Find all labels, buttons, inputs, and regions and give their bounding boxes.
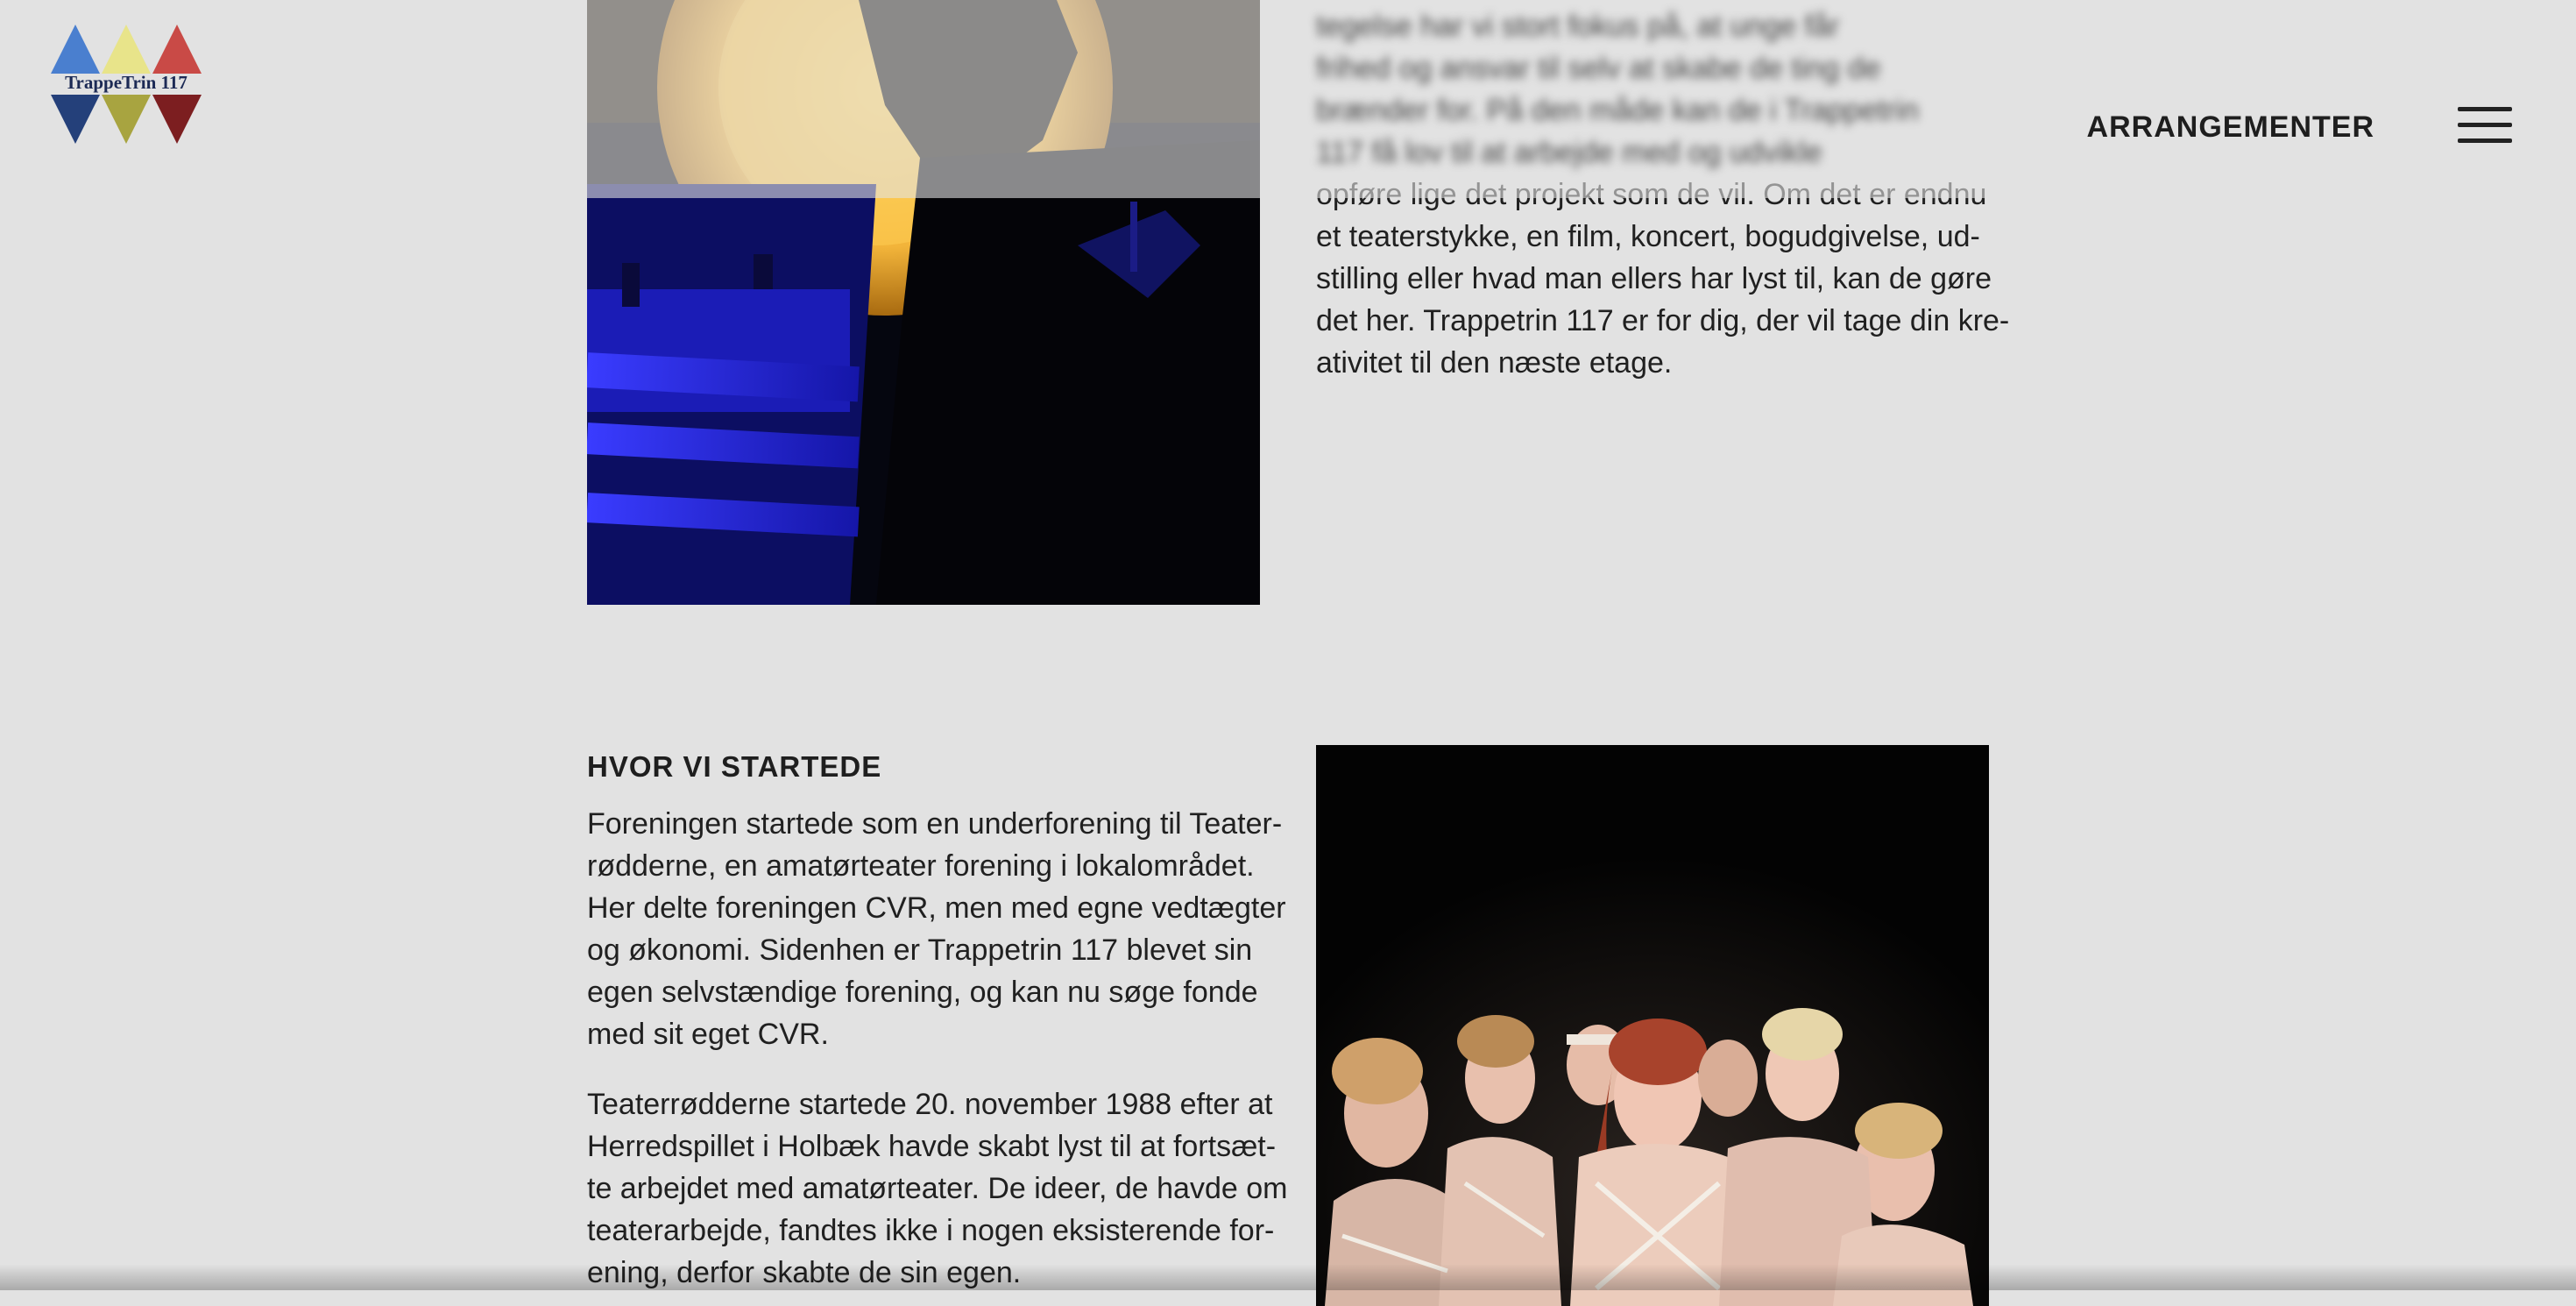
menu-bar-middle [2458,123,2512,127]
logo-graphic: TrappeTrin 117 [51,25,202,144]
paragraph-line: og økonomi. Sidenhen er Trappetrin 117 b… [587,933,1253,967]
intro-hidden-line: frihed og ansvar til selv at skabe de ti… [1316,52,1881,85]
intro-hidden-line: tegelse har vi stort fokus på, at unge f… [1316,10,1840,43]
intro-line: det her. Trappetrin 117 er for dig, der … [1316,304,2010,337]
paragraph-line: Her delte foreningen CVR, men med egne v… [587,891,1286,925]
hamburger-menu-icon[interactable] [2458,107,2512,144]
intro-hidden-line: brænder for. På den måde kan de i Trappe… [1316,94,1919,127]
nav-arrangementer-link[interactable]: ARRANGEMENTER [2087,110,2374,145]
intro-paragraph-hidden: tegelse har vi stort fokus på, at unge f… [1316,5,1919,174]
menu-bar-bottom [2458,138,2512,143]
paragraph-line: med sit eget CVR. [587,1018,829,1051]
site-header: TrappeTrin 117 ARRANGEMENTER [0,0,2576,198]
paragraph-line: teaterarbejde, fandtes ikke i nogen eksi… [587,1214,1275,1247]
logo-text: TrappeTrin 117 [65,72,188,93]
section-heading: HVOR VI STARTEDE [587,750,882,783]
intro-paragraph: opføre lige det projekt som de vil. Om d… [1316,174,2009,384]
trappetrin-logo[interactable]: TrappeTrin 117 [51,25,202,144]
menu-bar-top [2458,107,2512,111]
performers-photo-graphic [1316,745,1989,1306]
intro-line: ativitet til den næste etage. [1316,346,1673,380]
performers-photo [1316,745,1989,1306]
intro-line: et teaterstykke, en film, koncert, bogud… [1316,220,1980,253]
intro-hidden-line: 117 få lov til at arbejde med og udvikle [1316,136,1822,169]
section-paragraph-2: Teaterrødderne startede 20. november 198… [587,1083,1287,1294]
intro-line: stilling eller hvad man ellers har lyst … [1316,262,1992,295]
paragraph-line: Foreningen startede som en underforening… [587,807,1283,841]
window-bottom-shadow [0,1264,2576,1290]
paragraph-line: Herredspillet i Holbæk havde skabt lyst … [587,1130,1277,1163]
paragraph-line: te arbejdet med amatørteater. De ideer, … [587,1172,1288,1205]
paragraph-line: egen selvstændige forening, og kan nu sø… [587,976,1258,1009]
paragraph-line: Teaterrødderne startede 20. november 198… [587,1088,1273,1121]
paragraph-line: rødderne, en amatørteater forening i lok… [587,849,1255,883]
section-paragraph-1: Foreningen startede som en underforening… [587,803,1286,1055]
